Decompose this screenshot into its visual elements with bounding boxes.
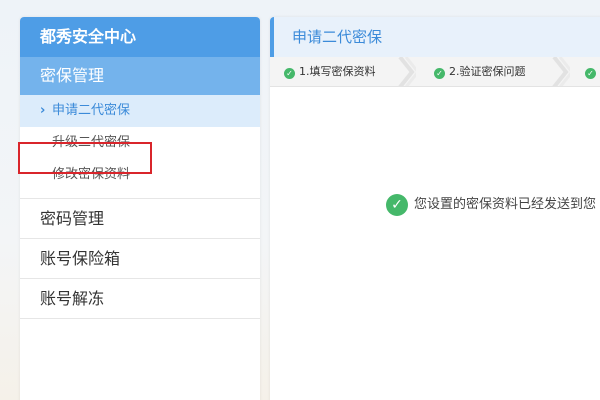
step-progress: ✓ 1.填写密保资料 ✓ 2.验证密保问题 ✓ — [270, 57, 600, 87]
sidebar-item-safe-box[interactable]: 账号保险箱 — [20, 239, 260, 279]
step-3: ✓ — [585, 57, 600, 86]
success-check-icon: ✓ — [386, 193, 408, 216]
step-label: 1.填写密保资料 — [299, 65, 376, 78]
sidebar-item-unfreeze[interactable]: 账号解冻 — [20, 279, 260, 319]
main-panel: 申请二代密保 ✓ 1.填写密保资料 ✓ 2.验证密保问题 ✓ ✓ 您设置的密保资料已经… — [270, 17, 600, 400]
chevron-right-icon: › — [40, 103, 46, 118]
highlight-annotation — [18, 142, 152, 174]
sidebar-section-password-protection[interactable]: 密保管理 — [20, 57, 260, 95]
sidebar: 都秀安全中心 密保管理 › 申请二代密保 升级二代密保 修改密保资料 密码管理 账… — [20, 17, 260, 400]
step-label: 2.验证密保问题 — [449, 65, 526, 78]
sidebar-item-password[interactable]: 密码管理 — [20, 199, 260, 239]
step-2: ✓ 2.验证密保问题 — [434, 57, 526, 86]
success-message: ✓ 您设置的密保资料已经发送到您 — [386, 193, 596, 217]
sidebar-subitem-label: 申请二代密保 — [52, 103, 131, 118]
step-chevron-icon — [398, 57, 416, 86]
sidebar-subitem-apply[interactable]: › 申请二代密保 — [20, 95, 260, 127]
page-title: 申请二代密保 — [270, 17, 600, 57]
divider — [20, 191, 260, 199]
check-icon: ✓ — [284, 68, 295, 79]
main-body: ✓ 您设置的密保资料已经发送到您 — [270, 87, 600, 400]
check-icon: ✓ — [434, 68, 445, 79]
step-1: ✓ 1.填写密保资料 — [284, 57, 376, 86]
check-icon: ✓ — [585, 68, 596, 79]
sidebar-header: 都秀安全中心 — [20, 17, 260, 57]
step-chevron-icon — [552, 57, 570, 86]
success-message-text: 您设置的密保资料已经发送到您 — [414, 197, 597, 212]
